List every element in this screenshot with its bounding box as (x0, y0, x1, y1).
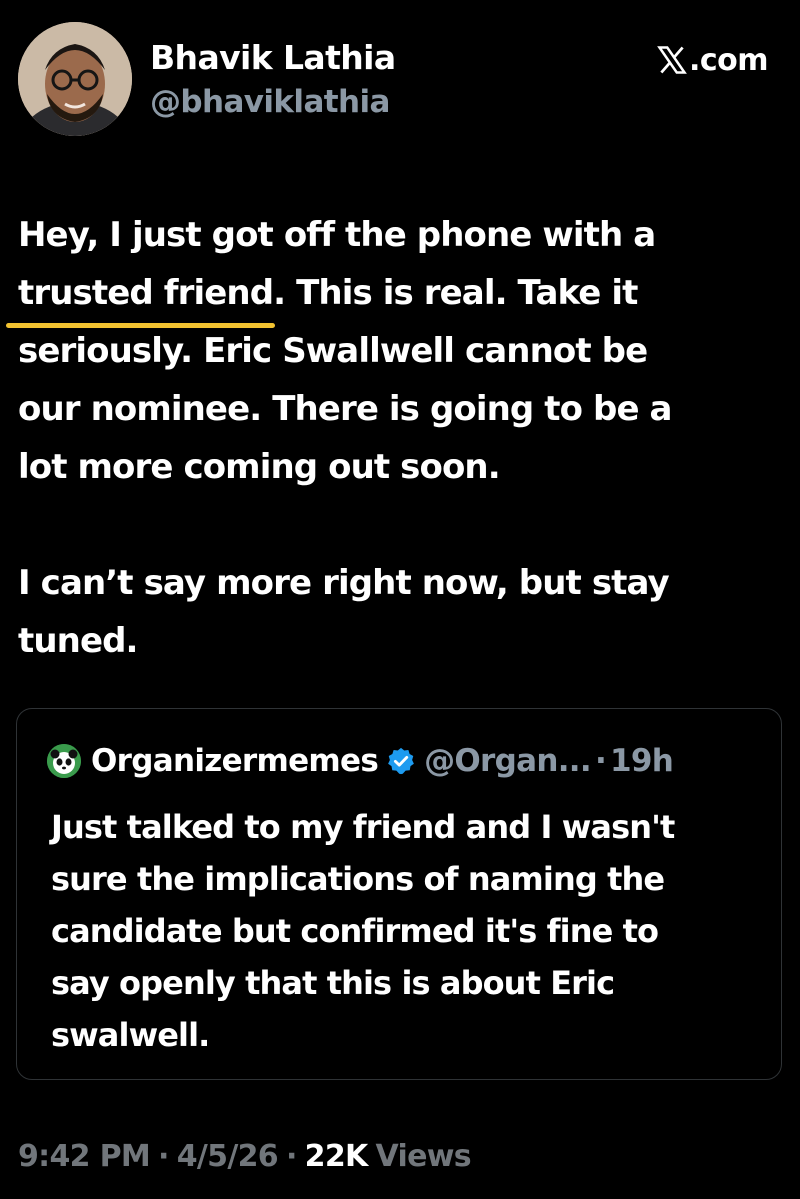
quote-line: say openly that this is about Eric (51, 964, 615, 1002)
tweet-line: tuned. (18, 621, 138, 661)
tweet-line-rest: . This is real. Take it (273, 273, 638, 313)
views-count[interactable]: 22K (305, 1139, 369, 1174)
tweet-line: trusted friend. This is real. Take it (6, 264, 788, 328)
quoted-tweet-text: Just talked to my friend and I wasn't su… (51, 801, 771, 1061)
quoted-author-handle[interactable]: @Organ... (424, 743, 592, 779)
author-handle[interactable]: @bhaviklathia (150, 80, 396, 124)
tweet-time[interactable]: 9:42 PM (18, 1139, 151, 1174)
person-photo-icon (18, 22, 132, 136)
author-avatar[interactable] (18, 22, 132, 136)
quote-line: candidate but confirmed it's fine to (51, 912, 659, 950)
quoted-author-name[interactable]: Organizermemes (91, 743, 379, 779)
site-badge: .com (657, 40, 769, 80)
verified-badge-icon (388, 747, 414, 775)
separator-dot: · (285, 1138, 297, 1174)
quote-line: swalwell. (51, 1016, 210, 1054)
site-label: .com (688, 42, 769, 78)
quote-line: sure the implications of naming the (51, 860, 665, 898)
separator-dot: · (594, 743, 607, 779)
tweet-line: I can’t say more right now, but stay (18, 563, 670, 603)
tweet-header: Bhavik Lathia @bhaviklathia .com (18, 22, 782, 140)
separator-dot: · (158, 1138, 169, 1174)
tweet-line: lot more coming out soon. (18, 447, 501, 487)
quote-line: Just talked to my friend and I wasn't (51, 808, 675, 846)
tweet-line: Hey, I just got off the phone with a (18, 215, 656, 255)
tweet-meta: 9:42 PM · 4/5/26 · 22K Views (18, 1132, 472, 1180)
panda-icon[interactable] (47, 744, 81, 778)
quoted-tweet-time[interactable]: 19h (610, 743, 674, 779)
highlighted-phrase-text: trusted friend (18, 273, 274, 313)
tweet-line: seriously. Eric Swallwell cannot be (18, 331, 648, 371)
tweet-line: our nominee. There is going to be a (18, 389, 673, 429)
views-label[interactable]: Views (376, 1139, 472, 1174)
quoted-tweet-header: Organizermemes @Organ... · 19h (47, 739, 674, 783)
quoted-tweet-card[interactable]: Organizermemes @Organ... · 19h Just talk… (16, 708, 782, 1080)
author-display-name[interactable]: Bhavik Lathia (150, 36, 396, 80)
tweet-date[interactable]: 4/5/26 (177, 1139, 279, 1174)
x-logo-icon (657, 46, 687, 74)
author-names: Bhavik Lathia @bhaviklathia (150, 36, 396, 124)
tweet-text: Hey, I just got off the phone with a tru… (6, 206, 788, 670)
highlighted-phrase: trusted friend (6, 264, 276, 328)
